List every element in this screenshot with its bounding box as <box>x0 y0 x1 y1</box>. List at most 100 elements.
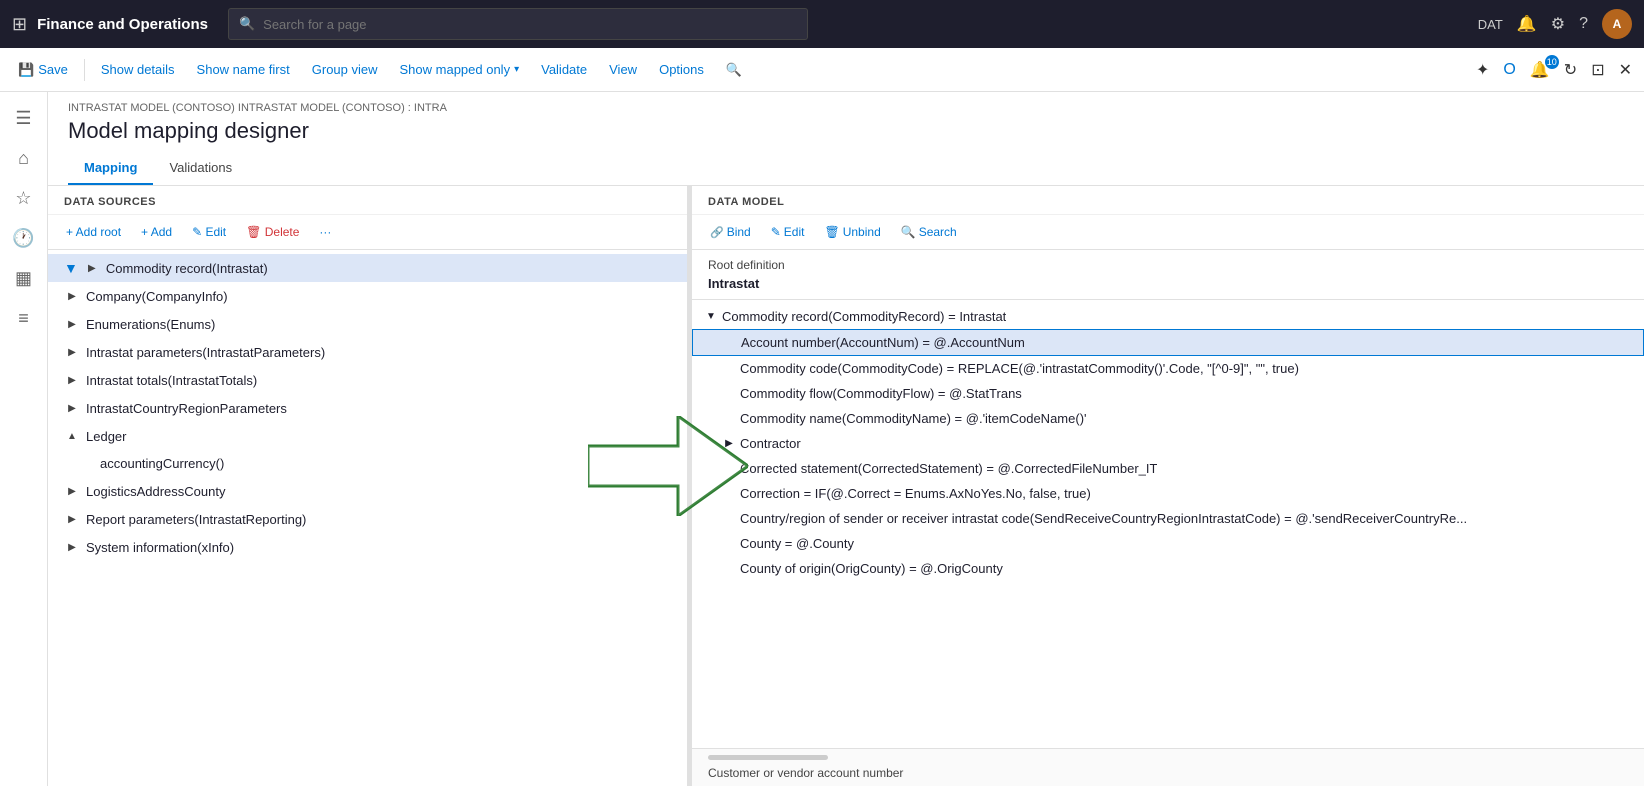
tree-item[interactable]: ▶ Intrastat totals(IntrastatTotals) <box>48 366 687 394</box>
model-item-label: Account number(AccountNum) = @.AccountNu… <box>741 335 1025 350</box>
tree-item-label: Enumerations(Enums) <box>86 317 215 332</box>
model-item[interactable]: ▼ Commodity record(CommodityRecord) = Int… <box>692 304 1644 329</box>
expand-icon[interactable]: ▶ <box>64 483 80 499</box>
search-bar[interactable]: 🔍 <box>228 8 808 40</box>
model-item-label: County = @.County <box>740 536 854 551</box>
tree-item-label: Company(CompanyInfo) <box>86 289 228 304</box>
datamodel-tree: ▼ Commodity record(CommodityRecord) = Int… <box>692 300 1644 748</box>
model-item[interactable]: Commodity code(CommodityCode) = REPLACE(… <box>692 356 1644 381</box>
scrollbar-indicator[interactable] <box>708 755 828 760</box>
tab-mapping[interactable]: Mapping <box>68 152 153 185</box>
group-view-button[interactable]: Group view <box>302 56 388 83</box>
view-button[interactable]: View <box>599 56 647 83</box>
edit-model-button[interactable]: ✎ Edit <box>763 221 813 243</box>
datamodel-toolbar: 🔗 Bind ✎ Edit 🗑 Unbind 🔍 Search <box>692 215 1644 250</box>
model-item[interactable]: Correction = IF(@.Correct = Enums.AxNoYe… <box>692 481 1644 506</box>
recent-icon[interactable]: 🕐 <box>6 220 42 256</box>
app-title: Finance and Operations <box>37 16 208 33</box>
model-item[interactable]: Corrected statement(CorrectedStatement) … <box>692 456 1644 481</box>
datamodel-header: DATA MODEL <box>692 186 1644 215</box>
refresh-icon[interactable]: ↻ <box>1560 56 1581 84</box>
tree-item[interactable]: ▼▶Commodity record(Intrastat) <box>48 254 687 282</box>
datasources-tree: ▼▶Commodity record(Intrastat)▶Company(Co… <box>48 250 687 786</box>
hamburger-icon[interactable]: ☰ <box>6 100 42 136</box>
extensions-icon[interactable]: ✦ <box>1472 56 1493 84</box>
show-details-button[interactable]: Show details <box>91 56 185 83</box>
expand-icon[interactable]: ▶ <box>64 288 80 304</box>
avatar[interactable]: A <box>1602 9 1632 39</box>
open-icon[interactable]: ⊡ <box>1587 56 1608 84</box>
model-item[interactable]: Country/region of sender or receiver int… <box>692 506 1644 531</box>
tree-item-label: LogisticsAddressCounty <box>86 484 225 499</box>
close-icon[interactable]: ✕ <box>1615 56 1636 84</box>
expand-icon[interactable]: ▶ <box>722 437 736 451</box>
model-item[interactable]: Commodity name(CommodityName) = @.'itemC… <box>692 406 1644 431</box>
add-button[interactable]: + Add <box>133 221 180 243</box>
add-root-button[interactable]: + Add root <box>58 221 129 243</box>
top-nav-right: DAT 🔔 ⚙ ? A <box>1478 9 1632 39</box>
grid-icon[interactable]: ⊞ <box>12 14 27 35</box>
tree-item[interactable]: ▶System information(xInfo) <box>48 533 687 561</box>
options-button[interactable]: Options <box>649 56 714 83</box>
resize-handle[interactable] <box>688 186 692 786</box>
tree-item[interactable]: ▲ Ledger <box>48 422 687 450</box>
help-icon[interactable]: ? <box>1579 15 1588 33</box>
office-icon[interactable]: O <box>1499 57 1519 83</box>
validate-button[interactable]: Validate <box>531 56 597 83</box>
unbind-button[interactable]: 🗑 Unbind <box>816 221 888 243</box>
tree-item[interactable]: ▶ Enumerations(Enums) <box>48 310 687 338</box>
expand-icon[interactable]: ▶ <box>64 316 80 332</box>
show-name-first-button[interactable]: Show name first <box>187 56 300 83</box>
tab-validations[interactable]: Validations <box>153 152 248 185</box>
expand-icon[interactable]: ▶ <box>64 539 80 555</box>
search-icon: 🔍 <box>239 16 255 32</box>
collapse-icon[interactable]: ▼ <box>704 310 718 324</box>
model-item[interactable]: County of origin(OrigCounty) = @.OrigCou… <box>692 556 1644 581</box>
tree-item[interactable]: ▶ LogisticsAddressCounty <box>48 477 687 505</box>
filter-icon: ▼ <box>64 260 78 276</box>
tree-item-label: Intrastat totals(IntrastatTotals) <box>86 373 257 388</box>
tree-item-label: accountingCurrency() <box>100 456 224 471</box>
model-item[interactable]: Account number(AccountNum) = @.AccountNu… <box>692 329 1644 356</box>
tree-item[interactable]: ▶IntrastatCountryRegionParameters <box>48 394 687 422</box>
edit-icon: ✎ <box>771 225 781 239</box>
edit-button[interactable]: ✎ Edit <box>184 221 234 243</box>
notification-badge[interactable]: 🔔 10 <box>1526 60 1554 80</box>
model-item[interactable]: Commodity flow(CommodityFlow) = @.StatTr… <box>692 381 1644 406</box>
unbind-icon: 🗑 <box>824 225 839 239</box>
side-rail: ☰ ⌂ ☆ 🕐 ▦ ≡ <box>0 92 48 786</box>
expand-icon[interactable]: ▶ <box>84 260 100 276</box>
star-icon[interactable]: ☆ <box>6 180 42 216</box>
expand-icon[interactable]: ▶ <box>64 344 80 360</box>
tree-item[interactable]: accountingCurrency() <box>48 450 687 477</box>
model-item-label: Commodity record(CommodityRecord) = Intr… <box>722 309 1006 324</box>
tree-item[interactable]: ▶ Company(CompanyInfo) <box>48 282 687 310</box>
tree-item[interactable]: ▶Report parameters(IntrastatReporting) <box>48 505 687 533</box>
save-button[interactable]: 💾 Save <box>8 56 78 84</box>
search-model-button[interactable]: 🔍 Search <box>893 221 965 243</box>
badge-count: 10 <box>1545 55 1559 69</box>
show-mapped-only-button[interactable]: Show mapped only ▾ <box>390 56 530 83</box>
expand-icon[interactable]: ▲ <box>64 428 80 444</box>
tree-item-label: Ledger <box>86 429 126 444</box>
expand-icon[interactable]: ▶ <box>64 400 80 416</box>
right-panel: DATA MODEL 🔗 Bind ✎ Edit 🗑 Unbind <box>692 186 1644 786</box>
list-icon[interactable]: ≡ <box>6 300 42 336</box>
workspace-icon[interactable]: ▦ <box>6 260 42 296</box>
model-item[interactable]: ▶Contractor <box>692 431 1644 456</box>
expand-icon[interactable]: ▶ <box>64 372 80 388</box>
delete-button[interactable]: 🗑 Delete <box>238 221 307 243</box>
search-cmd-button[interactable]: 🔍 <box>716 56 752 84</box>
breadcrumb: INTRASTAT MODEL (CONTOSO) INTRASTAT MODE… <box>68 102 1624 114</box>
tree-item[interactable]: ▶Intrastat parameters(IntrastatParameter… <box>48 338 687 366</box>
search-model-icon: 🔍 <box>901 225 916 239</box>
model-item[interactable]: County = @.County <box>692 531 1644 556</box>
home-icon[interactable]: ⌂ <box>6 140 42 176</box>
bell-icon[interactable]: 🔔 <box>1517 14 1537 34</box>
gear-icon[interactable]: ⚙ <box>1551 14 1565 34</box>
expand-icon[interactable]: ▶ <box>64 511 80 527</box>
search-input[interactable] <box>263 17 797 32</box>
bind-button[interactable]: 🔗 Bind <box>702 221 759 243</box>
more-button[interactable]: ··· <box>311 221 339 243</box>
model-item-label: Commodity name(CommodityName) = @.'itemC… <box>740 411 1087 426</box>
